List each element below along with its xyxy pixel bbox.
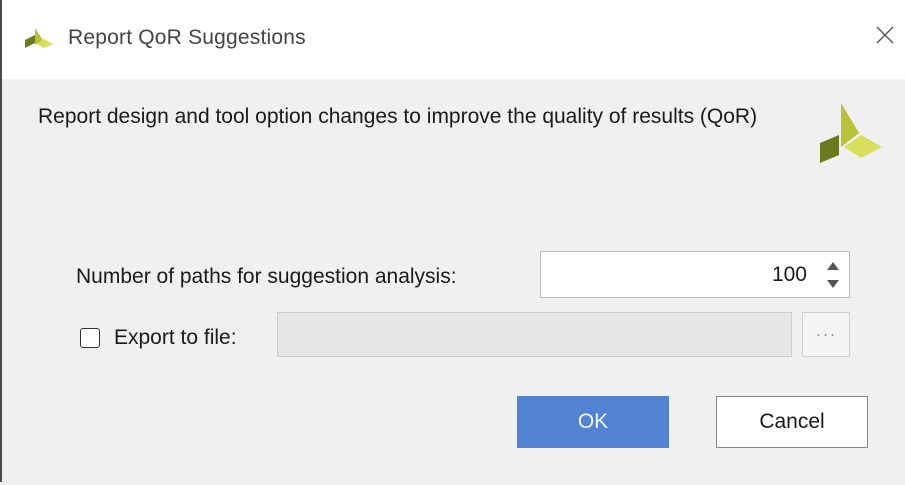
close-button[interactable] <box>866 20 904 54</box>
title-bar[interactable]: Report QoR Suggestions <box>2 0 905 79</box>
export-file-field[interactable] <box>277 312 792 357</box>
xilinx-logo-icon <box>24 26 54 50</box>
paths-spinner[interactable]: 100 <box>540 251 850 298</box>
paths-value[interactable]: 100 <box>541 252 807 297</box>
export-checkbox[interactable] <box>80 328 100 348</box>
spin-up-icon[interactable] <box>823 257 843 275</box>
xilinx-logo-icon <box>817 101 883 165</box>
dialog-description: Report design and tool option changes to… <box>38 105 758 128</box>
paths-label: Number of paths for suggestion analysis: <box>76 265 457 288</box>
ok-button[interactable]: OK <box>517 396 669 448</box>
export-label[interactable]: Export to file: <box>114 326 237 350</box>
report-qor-suggestions-dialog: Report QoR Suggestions Report design and… <box>0 0 905 485</box>
close-icon <box>875 25 895 50</box>
browse-button[interactable]: ··· <box>802 312 850 357</box>
dialog-content: Report design and tool option changes to… <box>2 79 905 482</box>
spin-down-icon[interactable] <box>823 275 843 293</box>
cancel-button[interactable]: Cancel <box>716 396 868 448</box>
window-title: Report QoR Suggestions <box>68 26 306 49</box>
